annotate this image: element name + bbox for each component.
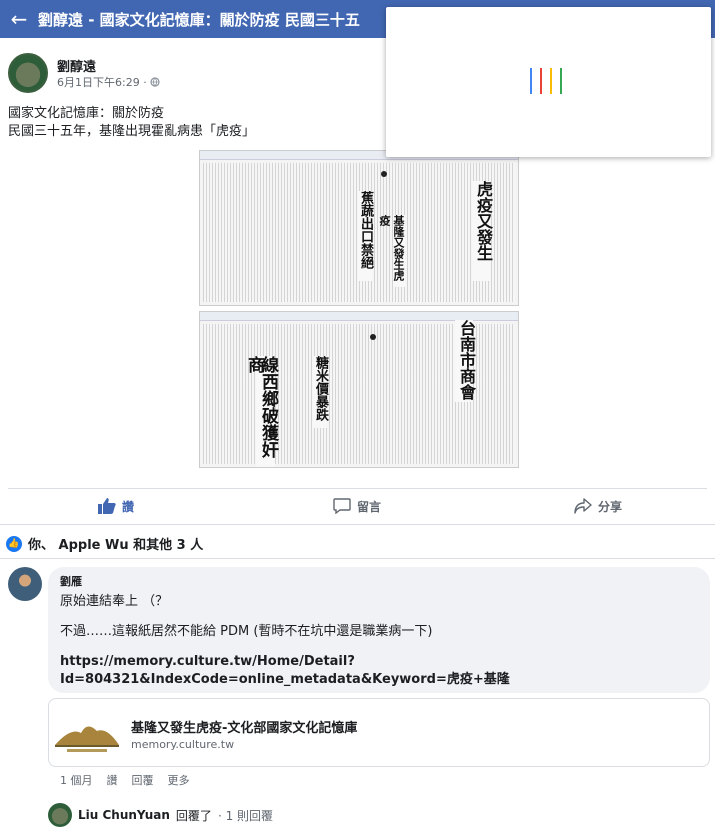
thumbs-up-icon bbox=[98, 498, 116, 514]
comment-icon bbox=[333, 498, 351, 514]
memory-culture-logo bbox=[55, 726, 119, 752]
reply-avatar bbox=[48, 803, 72, 827]
reply-summary[interactable]: Liu ChunYuan 回覆了 · 1 則回覆 bbox=[48, 803, 273, 827]
post-text-line: 民國三十五年，基隆出現霍亂病患「虎疫」 bbox=[8, 124, 256, 139]
back-arrow-icon[interactable]: ← bbox=[0, 0, 38, 38]
reply-author[interactable]: Liu ChunYuan bbox=[78, 808, 170, 822]
like-label: 讚 bbox=[122, 499, 135, 514]
reactions-text: 你、 Apple Wu 和其他 3 人 bbox=[28, 538, 204, 553]
news-headline: 基隆又發生虎疫 bbox=[378, 215, 405, 287]
reactions-summary[interactable]: 👍 你、 Apple Wu 和其他 3 人 bbox=[6, 534, 203, 553]
comment-text: 不過……這報紙居然不能給 PDM (暫時不在坑中還是職業病一下) bbox=[60, 624, 433, 639]
page-title: 劉醇遠 - 國家文化記憶庫：關於防疫 民國三十五 bbox=[38, 10, 360, 29]
divider bbox=[8, 488, 707, 489]
print-mark bbox=[370, 334, 376, 340]
reply-count[interactable]: · 1 則回覆 bbox=[218, 807, 273, 824]
share-label: 分享 bbox=[598, 499, 623, 514]
share-icon bbox=[574, 498, 592, 514]
loading-spinner-icon bbox=[530, 68, 570, 94]
post-meta: 6月1日下午6:29 · bbox=[57, 74, 160, 90]
share-button[interactable]: 分享 bbox=[574, 494, 622, 518]
comment-meta: 1 個月 讚 回覆 更多 bbox=[60, 772, 190, 788]
comment-link[interactable]: https://memory.culture.tw/Home/Detail?Id… bbox=[60, 653, 698, 689]
comment-like-button[interactable]: 讚 bbox=[107, 772, 118, 788]
loading-popup bbox=[386, 7, 711, 157]
news-headline: 台南市商會 bbox=[455, 320, 476, 402]
news-headline: 蕉蔬出口禁絕 bbox=[358, 191, 373, 281]
commenter-avatar[interactable] bbox=[8, 567, 42, 601]
link-preview-domain: memory.culture.tw bbox=[131, 738, 235, 751]
comment-more-button[interactable]: 更多 bbox=[168, 772, 190, 788]
news-headline: 虎疫又發生 bbox=[472, 181, 493, 281]
post-text: 國家文化記憶庫：關於防疫 民國三十五年，基隆出現霍亂病患「虎疫」 bbox=[8, 105, 255, 141]
comment-author[interactable]: 劉雁 bbox=[60, 573, 698, 589]
link-preview-title[interactable]: 基隆又發生虎疫-文化部國家文化記憶庫 bbox=[131, 717, 357, 736]
post-timestamp[interactable]: 6月1日下午6:29 · bbox=[57, 74, 147, 90]
divider bbox=[0, 524, 715, 525]
comment-label: 留言 bbox=[357, 499, 382, 514]
post-text-line: 國家文化記憶庫：關於防疫 bbox=[8, 106, 165, 121]
newspaper-image-1[interactable]: 虎疫又發生 基隆又發生虎疫 蕉蔬出口禁絕 bbox=[199, 150, 519, 306]
reply-action: 回覆了 bbox=[175, 808, 212, 823]
globe-icon bbox=[150, 77, 160, 87]
like-button[interactable]: 讚 bbox=[98, 494, 134, 518]
author-avatar[interactable] bbox=[8, 53, 48, 93]
print-mark bbox=[381, 171, 387, 177]
comment-bubble: 劉雁 原始連結奉上 （？ 不過……這報紙居然不能給 PDM (暫時不在坑中還是職… bbox=[48, 567, 710, 693]
comment-reply-button[interactable]: 回覆 bbox=[132, 772, 154, 788]
comment-button[interactable]: 留言 bbox=[333, 494, 381, 518]
news-headline: 糖米價暴跌 bbox=[313, 356, 328, 428]
news-headline: 線西鄉破獲奸商 bbox=[244, 356, 278, 467]
divider bbox=[0, 558, 715, 559]
post-actions: 讚 留言 分享 bbox=[0, 494, 715, 518]
comment-text: 原始連結奉上 （？ bbox=[60, 594, 169, 609]
comment-age[interactable]: 1 個月 bbox=[60, 772, 93, 788]
link-preview-card[interactable]: 基隆又發生虎疫-文化部國家文化記憶庫 memory.culture.tw bbox=[48, 698, 710, 767]
post-author[interactable]: 劉醇遠 bbox=[57, 56, 96, 75]
like-reaction-icon: 👍 bbox=[6, 535, 22, 552]
newspaper-image-2[interactable]: 台南市商會 線西鄉破獲奸商 糖米價暴跌 bbox=[199, 311, 519, 468]
